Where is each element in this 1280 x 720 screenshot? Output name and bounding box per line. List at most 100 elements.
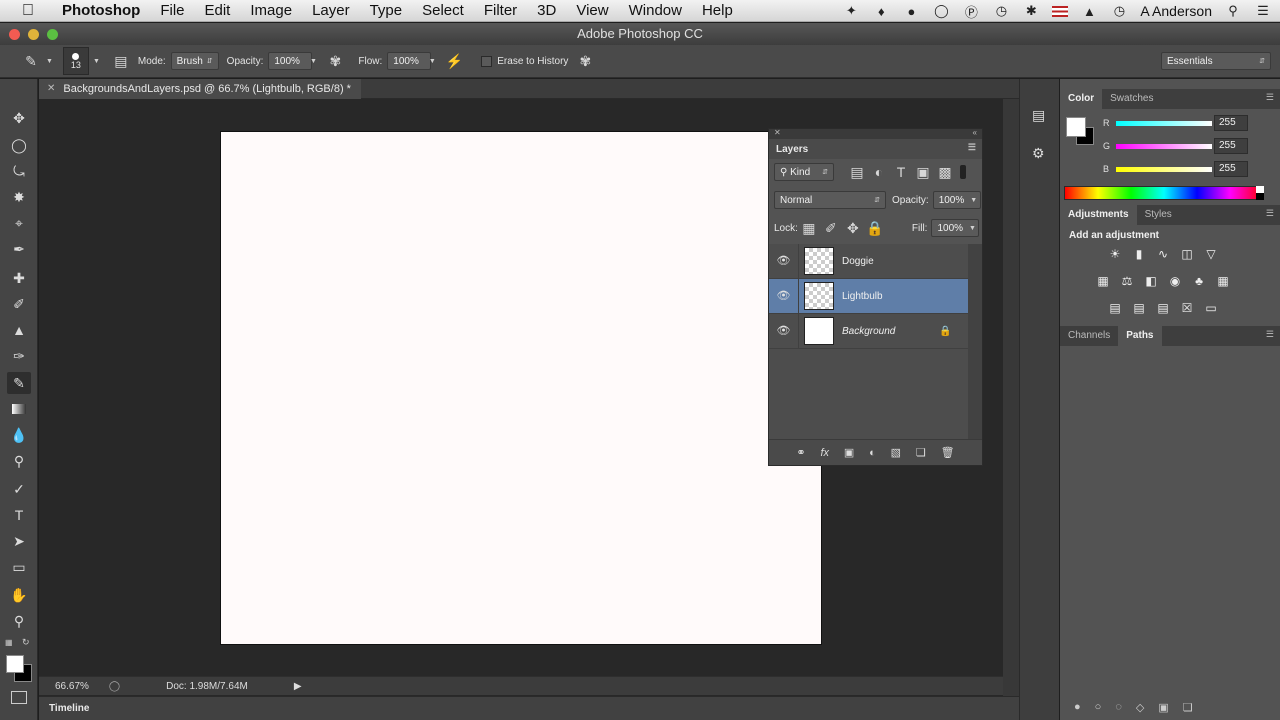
mode-select[interactable]: Brush ⇵ [170, 52, 219, 70]
lock-position-icon[interactable]: ✥ [842, 217, 864, 239]
swap-colors-icon[interactable]: ↻ [22, 637, 30, 648]
tab-adjustments[interactable]: Adjustments [1060, 205, 1137, 225]
add-mask-icon[interactable]: ▣ [844, 446, 854, 459]
filter-toggle[interactable] [960, 165, 966, 179]
volume-icon[interactable]: ▲ [1080, 3, 1098, 19]
layers-scrollbar[interactable] [968, 244, 982, 439]
visibility-eye-icon[interactable]: 👁 [769, 313, 799, 349]
eraser-tool-icon[interactable]: ✎ [7, 372, 31, 394]
layer-opacity-field[interactable]: 100% ▼ [932, 191, 981, 209]
red-slider[interactable] [1116, 121, 1212, 126]
menu-file[interactable]: File [150, 2, 194, 19]
elliptical-marquee-tool-icon[interactable]: ◯ [7, 134, 31, 156]
panel-menu-icon[interactable]: ☰ [968, 142, 976, 153]
brush-tool-icon[interactable]: ✐ [7, 293, 31, 315]
filter-adjustment-icon[interactable]: ◐ [868, 161, 890, 183]
menu-edit[interactable]: Edit [195, 2, 241, 19]
menu-view[interactable]: View [566, 2, 618, 19]
vertical-scrollbar[interactable] [1003, 99, 1019, 696]
menu-filter[interactable]: Filter [474, 2, 527, 19]
bluetooth-icon[interactable]: ✱ [1022, 3, 1040, 19]
load-selection-icon[interactable]: ◌ [1115, 701, 1122, 713]
panel-menu-icon[interactable]: ☰ [1266, 329, 1274, 340]
layer-name[interactable]: Lightbulb [842, 291, 883, 302]
notification-bell-icon[interactable]: ♦ [872, 3, 890, 19]
close-tab-icon[interactable]: ✕ [47, 83, 55, 94]
layer-row-lightbulb[interactable]: 👁 Lightbulb [769, 278, 968, 314]
curves-icon[interactable]: ∿ [1154, 245, 1172, 263]
close-window-button[interactable] [9, 29, 20, 40]
history-panel-icon[interactable]: ▤ [1032, 107, 1045, 124]
document-tab[interactable]: ✕ BackgroundsAndLayers.psd @ 66.7% (Ligh… [39, 78, 361, 99]
crop-tool-icon[interactable]: ⌖ [7, 212, 31, 234]
flag-icon[interactable] [1052, 5, 1069, 17]
healing-brush-tool-icon[interactable]: ✚ [7, 267, 31, 289]
hand-tool-icon[interactable]: ✋ [7, 584, 31, 606]
make-work-path-icon[interactable]: ◇ [1136, 701, 1144, 714]
minimize-window-button[interactable] [28, 29, 39, 40]
tab-swatches[interactable]: Swatches [1102, 89, 1161, 109]
menu-3d[interactable]: 3D [527, 2, 566, 19]
color-lookup-icon[interactable]: ▦ [1214, 272, 1232, 290]
zoom-window-button[interactable] [47, 29, 58, 40]
threshold-icon[interactable]: ▤ [1154, 299, 1172, 317]
eyedropper-tool-icon[interactable]: ✒ [7, 238, 31, 260]
menu-image[interactable]: Image [240, 2, 302, 19]
tab-color[interactable]: Color [1060, 89, 1103, 109]
stroke-path-icon[interactable]: ○ [1095, 701, 1102, 713]
spotlight-search-icon[interactable]: ⚲ [1224, 3, 1242, 19]
levels-icon[interactable]: ▮ [1130, 245, 1148, 263]
menu-help[interactable]: Help [692, 2, 743, 19]
path-selection-tool-icon[interactable]: ➤ [7, 530, 31, 552]
layers-panel-drag-bar[interactable]: ✕ « [769, 128, 982, 139]
lasso-tool-icon[interactable]: ⤿ [7, 160, 31, 182]
spectrum-black-white[interactable] [1256, 186, 1264, 200]
black-white-icon[interactable]: ◧ [1142, 272, 1160, 290]
properties-panel-icon[interactable]: ⚙ [1032, 145, 1045, 162]
menu-type[interactable]: Type [360, 2, 413, 19]
notification-center-icon[interactable]: ☰ [1254, 3, 1272, 19]
foreground-color-swatch[interactable] [6, 655, 24, 673]
filter-shape-icon[interactable]: ▣ [912, 161, 934, 183]
blur-tool-icon[interactable]: 💧 [7, 424, 31, 446]
panel-menu-icon[interactable]: ☰ [1266, 208, 1274, 219]
history-brush-tool-icon[interactable]: ✑ [7, 345, 31, 367]
filter-smart-object-icon[interactable]: ▩ [934, 161, 956, 183]
visibility-eye-icon[interactable]: 👁 [769, 243, 799, 279]
green-value[interactable]: 255 [1214, 138, 1248, 154]
lock-transparent-icon[interactable]: ▦ [798, 217, 820, 239]
invert-icon[interactable]: ▤ [1106, 299, 1124, 317]
collapse-panel-icon[interactable]: « [973, 128, 977, 137]
clock-icon[interactable]: ◷ [1110, 3, 1128, 19]
color-spectrum-ramp[interactable] [1064, 186, 1264, 200]
menu-select[interactable]: Select [412, 2, 474, 19]
workspace-switcher[interactable]: Essentials ⇵ [1161, 52, 1271, 70]
quick-mask-icon[interactable] [11, 691, 27, 704]
blue-slider[interactable] [1116, 167, 1212, 172]
layer-name[interactable]: Background [842, 326, 895, 337]
layer-row-background[interactable]: 👁 Background 🔒 [769, 313, 968, 349]
erase-history-checkbox[interactable] [481, 55, 493, 67]
eraser-preset-icon[interactable]: ✎ [20, 50, 42, 72]
green-slider[interactable] [1116, 144, 1212, 149]
time-machine-icon[interactable]: ◷ [992, 3, 1010, 19]
pressure-size-icon[interactable]: ✾ [574, 50, 596, 72]
blend-mode-select[interactable]: Normal ⇵ [774, 191, 886, 209]
lock-all-icon[interactable]: 🔒 [864, 217, 886, 239]
apple-icon[interactable]:  [18, 2, 38, 20]
flow-field[interactable]: 100% ▼ [387, 52, 436, 70]
timeline-panel-tab[interactable]: Timeline [39, 696, 1019, 720]
user-name[interactable]: A Anderson [1140, 3, 1212, 19]
accessibility-icon[interactable]: Ⓟ [962, 3, 980, 20]
zoom-tool-icon[interactable]: ⚲ [7, 610, 31, 632]
visibility-eye-icon[interactable]: 👁 [769, 278, 799, 314]
pressure-opacity-icon[interactable]: ✾ [324, 50, 346, 72]
photo-filter-icon[interactable]: ◉ [1166, 272, 1184, 290]
color-balance-icon[interactable]: ⚖ [1118, 272, 1136, 290]
add-mask-icon[interactable]: ▣ [1158, 701, 1168, 714]
brush-dropdown-arrow[interactable]: ▼ [93, 58, 100, 65]
channel-mixer-icon[interactable]: ♣ [1190, 272, 1208, 290]
blue-value[interactable]: 255 [1214, 161, 1248, 177]
menu-layer[interactable]: Layer [302, 2, 360, 19]
new-path-icon[interactable]: ❏ [1183, 701, 1193, 714]
